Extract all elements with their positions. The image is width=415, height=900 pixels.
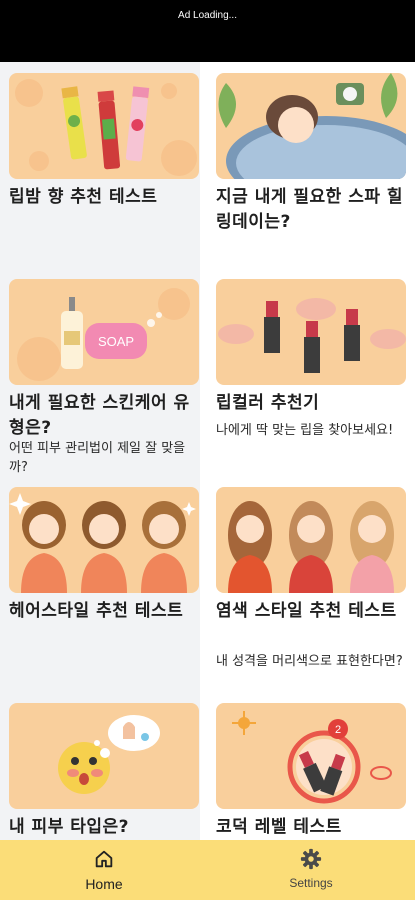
nav-home-label: Home <box>85 876 123 892</box>
card-title: 염색 스타일 추천 테스트 <box>216 601 397 621</box>
lipbalm-thumbnail <box>9 73 199 179</box>
lip-color-thumbnail <box>216 279 406 385</box>
card-title: 내 피부 타입은? <box>9 817 130 837</box>
card-title: 립컬러 추천기 <box>216 393 320 413</box>
test-card-grid: 립밤 향 추천 테스트 지금 내게 필요한 스파 힐링데이는? SOAP 내게 … <box>0 62 415 840</box>
card-title: 헤어스타일 추천 테스트 <box>9 601 184 621</box>
card-lip-color[interactable]: 립컬러 추천기 나에게 딱 맞는 립을 찾아보세요! <box>207 268 407 476</box>
card-title: 코덕 레벨 테스트 <box>216 817 342 837</box>
nav-settings-label: Settings <box>289 876 333 890</box>
skin-type-thumbnail <box>9 703 199 809</box>
svg-text:SOAP: SOAP <box>98 334 134 349</box>
card-title: 내게 필요한 스킨케어 유형은? <box>9 393 190 438</box>
skincare-thumbnail: SOAP <box>9 279 199 385</box>
nav-settings[interactable]: Settings <box>251 848 371 890</box>
hair-dye-thumbnail <box>216 487 406 593</box>
gear-icon <box>300 848 322 870</box>
nav-home[interactable]: Home <box>44 848 164 892</box>
hairstyle-thumbnail <box>9 487 199 593</box>
ad-banner[interactable]: Ad Loading... <box>0 0 415 62</box>
spa-thumbnail <box>216 73 406 179</box>
card-lipbalm-scent[interactable]: 립밤 향 추천 테스트 <box>0 62 200 268</box>
card-skincare-type[interactable]: SOAP 내게 필요한 스킨케어 유형은? 어떤 피부 관리법이 제일 잘 맞을… <box>0 268 200 476</box>
card-title: 립밤 향 추천 테스트 <box>9 187 158 207</box>
bottom-navigation: Home Settings <box>0 840 415 900</box>
card-subtitle: 나에게 딱 맞는 립을 찾아보세요! <box>216 423 394 438</box>
card-subtitle: 내 성격을 머리색으로 표현한다면? <box>216 654 403 669</box>
card-subtitle: 어떤 피부 관리법이 제일 잘 맞을까? <box>9 441 186 475</box>
card-skin-type[interactable]: 내 피부 타입은? <box>0 692 200 840</box>
ad-loading-text: Ad Loading... <box>178 10 237 21</box>
card-makeup-level[interactable]: 2 코덕 레벨 테스트 <box>207 692 407 840</box>
card-hairstyle[interactable]: 헤어스타일 추천 테스트 <box>0 476 200 692</box>
home-icon <box>95 850 113 868</box>
makeup-level-thumbnail: 2 <box>216 703 406 809</box>
card-title: 지금 내게 필요한 스파 힐링데이는? <box>216 187 404 232</box>
svg-text:2: 2 <box>335 724 341 736</box>
card-hair-dye[interactable]: 염색 스타일 추천 테스트 내 성격을 머리색으로 표현한다면? <box>207 476 407 692</box>
card-spa-healing[interactable]: 지금 내게 필요한 스파 힐링데이는? <box>207 62 407 268</box>
